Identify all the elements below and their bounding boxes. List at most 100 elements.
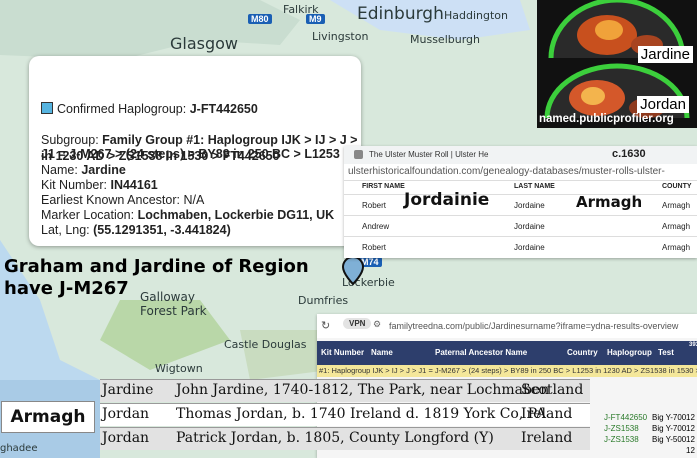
- ftdna-row: J-ZS1538 Big Y-700 12: [602, 424, 697, 435]
- muster-row: Robert Jordaine Armagh: [344, 236, 697, 258]
- ancestry-row: Jordan Patrick Jordan, b. 1805, County L…: [100, 427, 590, 450]
- ftdna-haplo: J-ZS1538: [604, 435, 639, 444]
- ftdna-haplo: J-FT442650: [604, 413, 648, 422]
- name-row: Name: Jardine: [41, 163, 126, 177]
- profiler-panel: Jardine Jordan named.publicprofiler.org: [537, 0, 697, 128]
- haplogroup-label: Confirmed Haplogroup:: [57, 102, 187, 116]
- ftdna-col-393: 393: [689, 342, 697, 348]
- muster-col-first: FIRST NAME: [362, 183, 405, 190]
- ancestry-ancestor: Patrick Jordan, b. 1805, County Longford…: [176, 430, 494, 446]
- muster-first: Robert: [362, 243, 387, 252]
- muster-last: Jordaine: [514, 222, 545, 231]
- muster-first: Andrew: [362, 222, 390, 231]
- ancestry-surname: Jordan: [102, 406, 150, 422]
- muster-last: Jordaine: [514, 201, 545, 210]
- muster-tab-title[interactable]: The Ulster Muster Roll | Ulster He: [369, 150, 488, 159]
- ftdna-test: Big Y-700: [652, 424, 687, 433]
- ancestry-country: Ireland: [521, 430, 573, 446]
- ftdna-results: J-FT442650 Big Y-700 12 J-ZS1538 Big Y-7…: [602, 413, 697, 457]
- ancestor-label: Earliest Known Ancestor:: [41, 193, 180, 207]
- subgroup-row-2: in 1230 AD > ZS1538 in 1530 > FT442650: [41, 149, 280, 163]
- ancestry-surname: Jardine: [102, 382, 154, 398]
- map-corner-label: ghadee: [0, 443, 38, 454]
- map-road-m9: M9: [306, 14, 325, 24]
- map-place-wigtown: Wigtown: [155, 362, 203, 375]
- subgroup-value-2: in 1230 AD > ZS1538 in 1530 > FT442650: [41, 149, 280, 163]
- ancestry-row: Jardine John Jardine, 1740-1812, The Par…: [100, 379, 590, 402]
- name-label: Name:: [41, 163, 78, 177]
- name-value: Jardine: [81, 163, 126, 177]
- muster-county: Armagh: [662, 201, 691, 210]
- ftdna-col-ancestor: Paternal Ancestor Name: [435, 348, 528, 357]
- profiler-label-bottom: Jordan: [637, 96, 689, 113]
- vpn-badge[interactable]: VPN: [343, 318, 372, 329]
- haplogroup-row: Confirmed Haplogroup: J-FT442650: [41, 102, 258, 116]
- subgroup-label: Subgroup:: [41, 133, 99, 147]
- kit-info-card: Confirmed Haplogroup: J-FT442650 Subgrou…: [29, 56, 361, 246]
- muster-year: c.1630: [612, 148, 646, 160]
- ancestry-country: Scotland: [521, 382, 584, 398]
- ftdna-test: Big Y-500: [652, 435, 687, 444]
- overlay-title-line-2: have J-M267: [4, 278, 129, 299]
- ftdna-col-name: Name: [371, 348, 393, 357]
- map-road-m80: M80: [248, 14, 272, 24]
- profiler-site: named.publicprofiler.org: [539, 113, 674, 125]
- kit-value: IN44161: [110, 178, 158, 192]
- map-city-musselburgh: Musselburgh: [410, 33, 480, 46]
- ancestry-ancestor: Thomas Jordan, b. 1740 Ireland d. 1819 Y…: [176, 406, 547, 422]
- ancestor-row: Earliest Known Ancestor: N/A: [41, 193, 204, 207]
- ancestry-country: Ireland: [521, 406, 573, 422]
- map-city-haddington: Haddington: [444, 9, 509, 22]
- marker-label: Marker Location:: [41, 208, 135, 222]
- ftdna-subgroup-row: #1: Haplogroup IJK > IJ > J > J1 = J-M26…: [317, 365, 697, 377]
- armagh-label: Armagh: [1, 401, 95, 433]
- map-city-livingston: Livingston: [312, 30, 369, 43]
- ftdna-col-test: Test: [658, 348, 674, 357]
- muster-row: Andrew Jordaine Armagh: [344, 215, 697, 237]
- muster-favicon-icon: [354, 150, 363, 159]
- muster-handwritten-county: Armagh: [576, 193, 643, 211]
- reload-icon[interactable]: ↻: [321, 319, 330, 332]
- marker-value: Lochmaben, Lockerbie DG11, UK: [137, 208, 335, 222]
- ftdna-row: J-FT442650 Big Y-700 12: [602, 413, 697, 424]
- ftdna-row: 12: [602, 446, 697, 457]
- muster-col-last: LAST NAME: [514, 183, 555, 190]
- latlng-value: (55.1291351, -3.441824): [93, 223, 231, 237]
- site-settings-icon[interactable]: ⚙: [373, 319, 381, 330]
- muster-county: Armagh: [662, 222, 691, 231]
- kit-row: Kit Number: IN44161: [41, 178, 158, 192]
- kit-label: Kit Number:: [41, 178, 107, 192]
- muster-url-bar[interactable]: ulsterhistoricalfoundation.com/genealogy…: [344, 164, 697, 181]
- muster-tab-bar: The Ulster Muster Roll | Ulster He c.163…: [344, 146, 697, 164]
- ftdna-table-header: Kit Number Name Paternal Ancestor Name C…: [317, 341, 697, 365]
- map-place-castle-douglas: Castle Douglas: [224, 338, 307, 351]
- muster-last: Jordaine: [514, 243, 545, 252]
- muster-row: Robert Jordaine Armagh: [344, 194, 697, 216]
- ftdna-haplo: J-ZS1538: [604, 424, 639, 433]
- muster-county: Armagh: [662, 243, 691, 252]
- ancestor-value: N/A: [183, 193, 205, 207]
- ancestry-row: Jordan Thomas Jordan, b. 1740 Ireland d.…: [100, 403, 590, 426]
- muster-handwritten-name: Jordainie: [404, 190, 490, 210]
- ftdna-url-row: ↻ VPN ⚙ familytreedna.com/public/Jardine…: [317, 314, 697, 338]
- ftdna-url[interactable]: familytreedna.com/public/Jardinesurname?…: [389, 321, 678, 331]
- muster-col-county: COUNTY: [662, 183, 692, 190]
- haplogroup-swatch-icon: [41, 102, 53, 114]
- ftdna-row: J-ZS1538 Big Y-500 12: [602, 435, 697, 446]
- ftdna-subgroup-text: #1: Haplogroup IJK > IJ > J > J1 = J-M26…: [319, 366, 697, 375]
- muster-first: Robert: [362, 201, 387, 210]
- profiler-label-top: Jardine: [637, 46, 693, 63]
- map-city-glasgow: Glasgow: [170, 34, 239, 53]
- ftdna-n: 12: [686, 435, 695, 444]
- ftdna-n: 12: [686, 446, 695, 455]
- muster-roll-panel: The Ulster Muster Roll | Ulster He c.163…: [344, 146, 697, 258]
- overlay-title: Graham and Jardine of Region have J-M267: [4, 256, 309, 300]
- location-pin-icon[interactable]: [342, 256, 364, 290]
- ftdna-col-kit: Kit Number: [321, 348, 365, 357]
- muster-url: ulsterhistoricalfoundation.com/genealogy…: [348, 166, 665, 177]
- ftdna-n: 12: [686, 413, 695, 422]
- overlay-title-line-1: Graham and Jardine of Region: [4, 256, 309, 277]
- ftdna-test: Big Y-700: [652, 413, 687, 422]
- ancestry-table: Jardine John Jardine, 1740-1812, The Par…: [100, 379, 590, 450]
- ftdna-n: 12: [686, 424, 695, 433]
